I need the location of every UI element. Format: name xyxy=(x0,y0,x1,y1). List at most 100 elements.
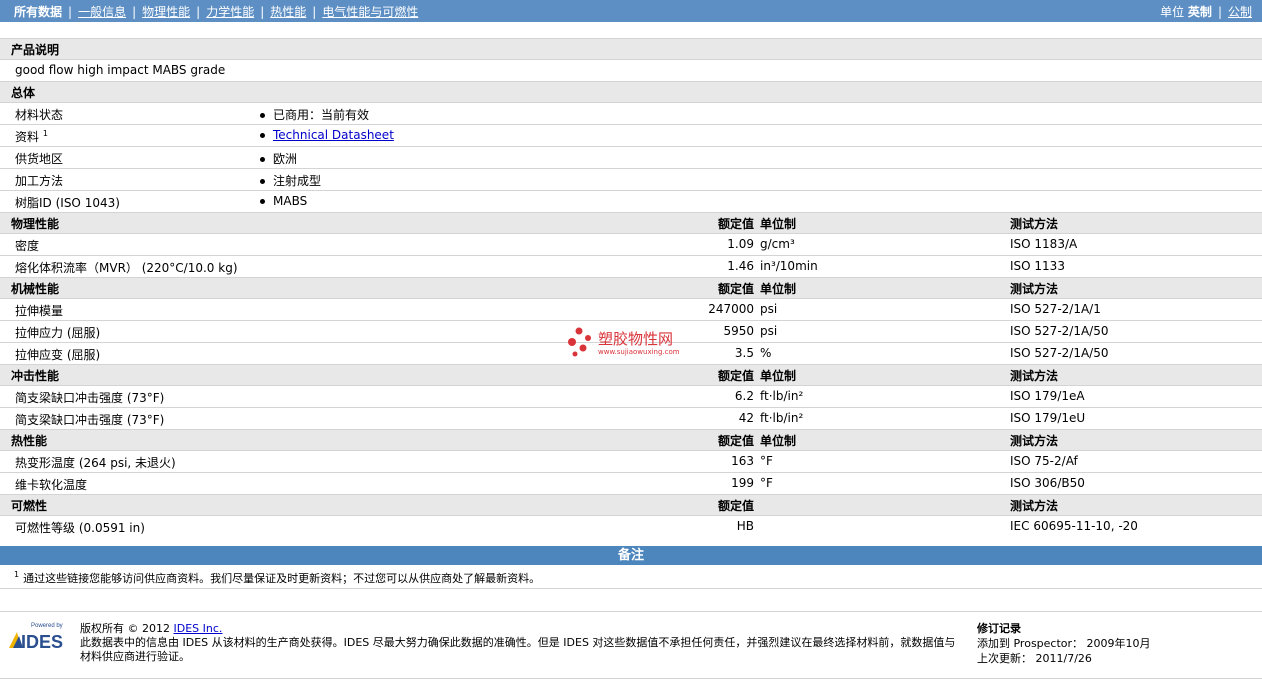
property-value: 1.09 xyxy=(727,237,754,251)
table-row: 拉伸模量 247000 psi ISO 527-2/1A/1 xyxy=(0,298,1262,320)
property-label: 加工方法 xyxy=(15,174,64,188)
ides-logo-icon: Powered by IDES xyxy=(9,623,63,652)
property-unit: in³/10min xyxy=(760,259,818,273)
divider xyxy=(0,611,1262,612)
watermark-url: www.sujiaowuxing.com xyxy=(598,348,680,356)
test-method: ISO 179/1eU xyxy=(1010,411,1086,425)
col-test: 测试方法 xyxy=(1010,282,1059,296)
property-value: HB xyxy=(736,519,754,533)
property-label: 拉伸应变 (屈服) xyxy=(15,348,101,362)
property-value: 163 xyxy=(731,454,754,468)
bullet-icon xyxy=(260,133,265,138)
col-test: 测试方法 xyxy=(1010,217,1059,231)
col-test: 测试方法 xyxy=(1010,434,1059,448)
col-unit: 单位制 xyxy=(760,434,797,448)
nav-thermal[interactable]: 热性能 xyxy=(270,5,306,19)
nav-all-data[interactable]: 所有数据 xyxy=(14,5,62,19)
test-method: ISO 75-2/Af xyxy=(1010,454,1078,468)
watermark: 塑胶物性网 www.sujiaowuxing.com xyxy=(566,326,706,360)
logo-powered-text: Powered by xyxy=(31,623,63,629)
general-row: 树脂ID (ISO 1043) MABS xyxy=(0,190,1262,212)
property-label: 供货地区 xyxy=(15,152,64,166)
col-nominal: 额定值 xyxy=(717,369,754,383)
property-value: Technical Datasheet xyxy=(260,128,394,142)
section-title: 热性能 xyxy=(11,434,48,448)
table-row: 简支梁缺口冲击强度 (73°F) 42 ft·lb/in² ISO 179/1e… xyxy=(0,407,1262,429)
value-text: MABS xyxy=(273,194,308,208)
property-value: 3.5 xyxy=(734,346,754,360)
test-method: ISO 527-2/1A/1 xyxy=(1010,302,1101,316)
property-label: 简支梁缺口冲击强度 (73°F) xyxy=(15,391,165,405)
ides-logo[interactable]: Powered by IDES xyxy=(7,622,71,652)
general-row: 资料 1 Technical Datasheet xyxy=(0,124,1262,146)
property-label: 热变形温度 (264 psi, 未退火) xyxy=(15,456,176,470)
col-test: 测试方法 xyxy=(1010,499,1059,513)
property-value: 199 xyxy=(731,476,754,490)
notes-header: 备注 xyxy=(0,546,1262,565)
section-impact: 冲击性能 额定值 单位制 测试方法 xyxy=(0,364,1262,385)
test-method: ISO 527-2/1A/50 xyxy=(1010,324,1109,338)
nav-physical[interactable]: 物理性能 xyxy=(142,5,190,19)
section-mechanical: 机械性能 额定值 单位制 测试方法 xyxy=(0,277,1262,298)
footer-copyright: 版权所有 © 2012 IDES Inc. 此数据表中的信息由 IDES 从该材… xyxy=(80,622,960,664)
technical-datasheet-link[interactable]: Technical Datasheet xyxy=(273,128,394,142)
footnote-marker: 1 xyxy=(42,129,48,138)
property-value: 已商用：当前有效 xyxy=(260,106,369,123)
bullet-icon xyxy=(260,179,265,184)
col-nominal: 额定值 xyxy=(717,499,754,513)
footnote-text: 通过这些链接您能够访问供应商资料。我们尽量保证及时更新资料；不过您可以从供应商处… xyxy=(23,572,541,585)
section-title: 物理性能 xyxy=(11,217,60,231)
logo-wordmark: IDES xyxy=(21,632,63,650)
property-label: 简支梁缺口冲击强度 (73°F) xyxy=(15,413,165,427)
nav-general-info[interactable]: 一般信息 xyxy=(78,5,126,19)
footnote-marker: 1 xyxy=(14,570,20,580)
nav-electrical[interactable]: 电气性能与可燃性 xyxy=(322,5,418,19)
bullet-icon xyxy=(260,199,265,204)
test-method: ISO 527-2/1A/50 xyxy=(1010,346,1109,360)
section-title: 可燃性 xyxy=(11,499,48,513)
footnote: 1 通过这些链接您能够访问供应商资料。我们尽量保证及时更新资料；不过您可以从供应商… xyxy=(14,570,540,586)
col-nominal: 额定值 xyxy=(717,217,754,231)
bullet-icon xyxy=(260,157,265,162)
top-nav: 所有数据 | 一般信息 | 物理性能 | 力学性能 | 热性能 | 电气性能与可燃性 单位 英制 | 公… xyxy=(0,0,1262,22)
property-unit: ft·lb/in² xyxy=(760,389,804,403)
section-product: 产品说明 xyxy=(0,38,1262,59)
product-description: good flow high impact MABS grade xyxy=(15,63,226,77)
units-imperial[interactable]: 英制 xyxy=(1188,5,1212,19)
nav-mechanical[interactable]: 力学性能 xyxy=(206,5,254,19)
units-metric[interactable]: 公制 xyxy=(1228,5,1252,19)
revision-updated: 上次更新： 2011/7/26 xyxy=(977,652,1092,665)
units-label: 单位 xyxy=(1160,5,1185,19)
property-label: 资料 1 xyxy=(15,128,48,145)
divider xyxy=(0,678,1262,679)
property-value: 5950 xyxy=(723,324,754,338)
bullet-icon xyxy=(260,113,265,118)
col-nominal: 额定值 xyxy=(717,434,754,448)
property-label: 材料状态 xyxy=(15,108,64,122)
section-title: 机械性能 xyxy=(11,282,60,296)
property-label: 维卡软化温度 xyxy=(15,478,88,492)
property-label: 树脂ID (ISO 1043) xyxy=(15,196,120,210)
table-row: 热变形温度 (264 psi, 未退火) 163 °F ISO 75-2/Af xyxy=(0,450,1262,472)
datasheet-table: 产品说明 good flow high impact MABS grade 总体… xyxy=(0,38,1262,537)
section-title: 总体 xyxy=(11,86,36,100)
general-row: 加工方法 注射成型 xyxy=(0,168,1262,190)
section-physical: 物理性能 额定值 单位制 测试方法 xyxy=(0,212,1262,233)
section-title: 冲击性能 xyxy=(11,369,60,383)
col-unit: 单位制 xyxy=(760,282,797,296)
general-row: 供货地区 欧洲 xyxy=(0,146,1262,168)
property-value: 1.46 xyxy=(727,259,754,273)
section-flammability: 可燃性 额定值 测试方法 xyxy=(0,494,1262,515)
ides-company-link[interactable]: IDES Inc. xyxy=(174,622,223,635)
test-method: IEC 60695-11-10, -20 xyxy=(1010,519,1138,533)
property-label: 拉伸模量 xyxy=(15,304,64,318)
revision-title: 修订记录 xyxy=(977,622,1021,635)
property-unit: % xyxy=(760,346,772,360)
test-method: ISO 1183/A xyxy=(1010,237,1078,251)
watermark-brand: 塑胶物性网 xyxy=(598,330,674,348)
property-value: MABS xyxy=(260,194,307,208)
value-text: 注射成型 xyxy=(273,174,322,188)
property-value: 6.2 xyxy=(734,389,754,403)
table-row: 熔化体积流率（MVR） (220°C/10.0 kg) 1.46 in³/10m… xyxy=(0,255,1262,277)
property-value: 42 xyxy=(738,411,754,425)
